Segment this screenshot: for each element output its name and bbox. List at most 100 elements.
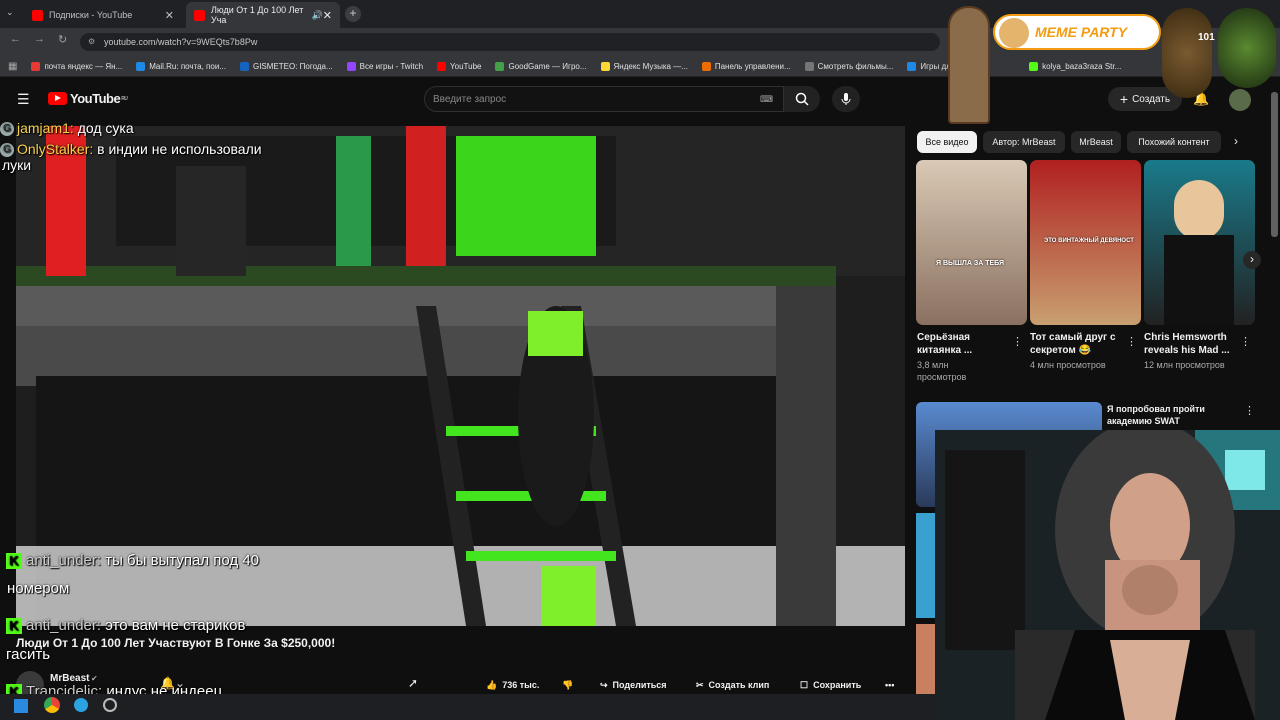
dislike-button[interactable]: 👎 (562, 675, 573, 695)
share-icon: ↪ (600, 679, 608, 690)
search-input[interactable]: Введите запрос ⌨ (424, 86, 784, 112)
chat-text: в индии не использовали (97, 141, 262, 157)
short-menu-icon[interactable]: ⋮ (1012, 335, 1023, 348)
video-menu-icon[interactable]: ⋮ (1244, 404, 1255, 417)
doge-icon (999, 18, 1029, 48)
bookmark[interactable]: Смотреть фильмы... (804, 61, 893, 71)
goodgame-icon: G (0, 143, 14, 158)
bookmark[interactable]: kolya_baza3raza Str... (1029, 61, 1121, 71)
short-views: 4 млн просмотров (1030, 360, 1106, 370)
video-frame (16, 126, 905, 626)
video-thumbnail[interactable] (916, 624, 936, 694)
chip-related[interactable]: Похожий контент (1127, 131, 1221, 153)
telegram-icon[interactable] (74, 698, 88, 712)
short-thumbnail[interactable] (1144, 160, 1255, 325)
obs-icon[interactable] (103, 698, 117, 712)
chat-text: дод сука (77, 120, 134, 136)
close-tab-icon[interactable]: ✕ (165, 9, 174, 22)
bookmark-favicon-icon (907, 61, 917, 71)
chrome-icon[interactable] (44, 697, 60, 713)
audio-playing-icon[interactable]: 🔊 (312, 10, 323, 21)
chip-author[interactable]: Автор: MrBeast (983, 131, 1065, 153)
bookmark[interactable]: Mail.Ru: почта, пои... (136, 61, 226, 71)
forward-icon[interactable]: → (34, 33, 45, 45)
chat-username: anti_under: (26, 552, 102, 569)
reload-icon[interactable]: ↻ (58, 33, 67, 46)
short-views: 3,8 млн (917, 360, 949, 370)
tab-list-chevron-icon[interactable]: ⌄ (6, 7, 14, 18)
bookmark-favicon-icon (804, 61, 814, 71)
chat-message: Gjamjam1: дод сука (0, 120, 134, 137)
like-button[interactable]: 👍 736 тыс. (486, 675, 539, 695)
save-button[interactable]: ☐ Сохранить (800, 675, 861, 695)
tab-title: Люди От 1 До 100 Лет Уча (211, 5, 304, 25)
tab-subscriptions[interactable]: Подписки - YouTube ✕ (24, 2, 182, 28)
back-icon[interactable]: ← (10, 33, 21, 45)
tab-current-video[interactable]: Люди От 1 До 100 Лет Уча 🔊 ✕ (186, 2, 340, 28)
thumbs-up-icon: 👍 (486, 679, 498, 690)
webcam-frame (935, 430, 1280, 720)
clip-button[interactable]: ✂ Создать клип (696, 675, 769, 695)
bookmark-favicon-icon (495, 61, 505, 71)
chat-message: Kanti_under: это вам не стариков (6, 617, 246, 635)
video-player[interactable] (16, 126, 905, 626)
short-views: 12 млн просмотров (1144, 360, 1225, 370)
verified-icon: ✔ (91, 674, 98, 683)
new-tab-button[interactable]: + (345, 6, 361, 22)
orc-emblem (1218, 8, 1276, 88)
youtube-logo[interactable]: YouTube RU (48, 91, 128, 106)
apps-grid-icon[interactable]: ▦ (8, 61, 17, 72)
short-menu-icon[interactable]: ⋮ (1240, 335, 1251, 348)
short-info[interactable]: Chris Hemsworth reveals his Mad ... 12 м… (1144, 331, 1230, 371)
video-thumbnail[interactable] (916, 513, 936, 618)
short-title: Chris Hemsworth (1144, 332, 1227, 343)
menu-icon[interactable]: ☰ (17, 91, 30, 108)
chat-text-continued: номером (7, 580, 70, 597)
bookmark[interactable]: Все игры - Twitch (346, 61, 423, 71)
goodgame-icon: G (0, 122, 14, 137)
chat-text-continued: луки (2, 157, 32, 173)
voice-search-button[interactable] (832, 86, 860, 112)
shorts-next-chevron-icon[interactable]: › (1243, 251, 1261, 269)
bookmark[interactable]: Яндекс Музыка —... (600, 61, 688, 71)
bookmark[interactable]: GoodGame — Игро... (495, 61, 587, 71)
chat-username: jamjam1: (17, 120, 74, 136)
overlay-counter: 101 (1198, 32, 1215, 43)
chip-mrbeast[interactable]: MrBeast (1071, 131, 1121, 153)
video-title: Люди От 1 До 100 Лет Участвуют В Гонке З… (16, 636, 336, 650)
page-scrollbar[interactable] (1271, 92, 1278, 237)
address-bar[interactable]: youtube.com/watch?v=9WEQts7b8Pw (80, 33, 940, 51)
close-tab-icon[interactable]: ✕ (323, 9, 332, 22)
short-menu-icon[interactable]: ⋮ (1126, 335, 1137, 348)
more-actions-icon[interactable]: ••• (885, 675, 894, 695)
chat-text: ты бы вытупал под 40 (105, 552, 260, 569)
microphone-icon (841, 93, 851, 105)
short-info[interactable]: Тот самый друг с секретом 😂 4 млн просмо… (1030, 331, 1116, 371)
chip-all[interactable]: Все видео (917, 131, 977, 153)
bookmark-favicon-icon (136, 61, 146, 71)
keyboard-icon[interactable]: ⌨ (760, 94, 773, 105)
thumbs-down-icon: 👎 (562, 679, 574, 690)
bookmark[interactable]: почта яндекс — Ян... (31, 61, 122, 71)
short-title: Тот самый друг с (1030, 332, 1116, 343)
video-info[interactable]: Я попробовал пройти академию SWAT (1107, 403, 1205, 427)
share-button[interactable]: ↪ Поделиться (600, 675, 667, 695)
kick-icon: K (6, 618, 22, 635)
bookmark[interactable]: YouTube (437, 61, 481, 71)
bookmark[interactable]: Панель управлени... (701, 61, 791, 71)
short-title: китаянка ... (917, 345, 973, 356)
bookmark[interactable]: GISMETEO: Погода... (239, 61, 333, 71)
site-info-icon[interactable]: ⚙ (88, 37, 95, 46)
mouse-cursor-icon: ➚ (408, 676, 419, 690)
scissors-icon: ✂ (696, 679, 704, 690)
chips-next-chevron-icon[interactable]: › (1234, 134, 1238, 148)
short-thumbnail[interactable]: ЭТО ВИНТАЖНЫЙ ДЕВЯНОСТ (1030, 160, 1141, 325)
account-avatar[interactable] (1229, 89, 1251, 111)
short-info[interactable]: Серьёзная китаянка ... 3,8 млн просмотро… (917, 331, 972, 383)
windows-start-icon[interactable] (14, 699, 28, 713)
bookmark-favicon-icon (239, 61, 249, 71)
overlay-scroll-emblem (948, 6, 990, 124)
short-title: Серьёзная (917, 332, 971, 343)
search-button[interactable] (784, 86, 820, 112)
short-thumbnail[interactable]: Я ВЫШЛА ЗА ТЕБЯ (916, 160, 1027, 325)
